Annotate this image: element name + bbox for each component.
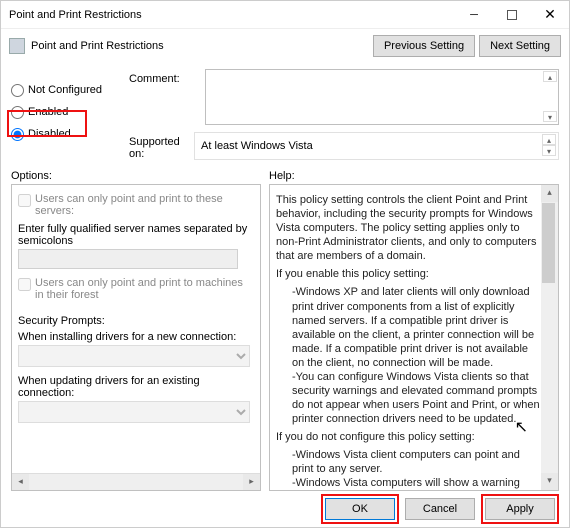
radio-disabled-input[interactable] [11,128,24,141]
install-drivers-combo [18,345,250,367]
supported-on-box: At least Windows Vista ▴ ▾ [194,132,559,160]
radio-enabled-label: Enabled [28,106,68,118]
minimize-button[interactable]: ─ [455,1,493,29]
state-radio-group: Not Configured Enabled Disabled [11,65,119,164]
cancel-button[interactable]: Cancel [405,498,475,520]
radio-not-configured-input[interactable] [11,84,24,97]
scroll-left-icon[interactable]: ◂ [12,474,29,490]
radio-enabled[interactable]: Enabled [11,103,119,121]
mouse-cursor-icon: ↖ [515,418,528,438]
help-p1: This policy setting controls the client … [276,193,540,263]
apply-button[interactable]: Apply [485,498,555,520]
next-setting-button[interactable]: Next Setting [479,35,561,57]
scroll-thumb[interactable] [542,203,555,283]
policy-title: Point and Print Restrictions [31,40,164,52]
help-p2-b: -You can configure Windows Vista clients… [292,370,540,426]
supported-on-label: Supported on: [129,132,188,160]
chk-forest [18,278,31,291]
help-panel: This policy setting controls the client … [269,184,559,491]
update-drivers-combo [18,401,250,423]
chk-servers [18,194,31,207]
radio-not-configured[interactable]: Not Configured [11,81,119,99]
policy-icon [9,38,25,54]
install-drivers-label: When installing drivers for a new connec… [18,331,254,343]
help-p3-b: -Windows Vista computers will show a war… [292,476,540,491]
footer: OK Cancel Apply [1,491,569,527]
update-drivers-label: When updating drivers for an existing co… [18,375,254,399]
chk-servers-label: Users can only point and print to these … [35,193,254,217]
scroll-down-icon[interactable]: ▾ [541,473,558,490]
comment-scroll-up-icon[interactable]: ▴ [543,71,557,82]
radio-not-configured-label: Not Configured [28,84,102,96]
close-button[interactable]: ✕ [531,1,569,29]
servers-input [18,249,238,269]
window-title: Point and Print Restrictions [9,9,455,21]
previous-setting-button[interactable]: Previous Setting [373,35,475,57]
comment-label: Comment: [129,69,199,128]
radio-disabled[interactable]: Disabled [11,125,119,143]
scroll-up-icon[interactable]: ▴ [541,185,558,202]
help-label: Help: [269,170,559,182]
titlebar: Point and Print Restrictions ─ ✕ [1,1,569,29]
help-p3-a: -Windows Vista client computers can poin… [292,448,540,476]
chk-forest-label: Users can only point and print to machin… [35,277,254,301]
servers-edit-hint: Enter fully qualified server names separ… [18,223,254,247]
supported-scroll-down-icon[interactable]: ▾ [542,145,556,156]
options-label: Options: [11,170,261,182]
supported-scroll-up-icon[interactable]: ▴ [542,134,556,145]
help-p2-head: If you enable this policy setting: [276,267,540,281]
radio-enabled-input[interactable] [11,106,24,119]
comment-textarea[interactable] [205,69,559,125]
scroll-right-icon[interactable]: ▸ [243,474,260,490]
help-vscrollbar[interactable]: ▴ ▾ [541,185,558,490]
maximize-button[interactable] [493,1,531,29]
subheader: Point and Print Restrictions Previous Se… [1,29,569,65]
comment-scroll-down-icon[interactable]: ▾ [543,111,557,122]
security-prompts-label: Security Prompts: [18,315,254,327]
radio-disabled-label: Disabled [28,128,71,140]
ok-button[interactable]: OK [325,498,395,520]
help-p2-a: -Windows XP and later clients will only … [292,285,540,369]
options-panel: Users can only point and print to these … [11,184,261,491]
help-p3-head: If you do not configure this policy sett… [276,430,540,444]
options-hscrollbar[interactable]: ◂ ▸ [12,473,260,490]
supported-on-value: At least Windows Vista [201,140,313,152]
